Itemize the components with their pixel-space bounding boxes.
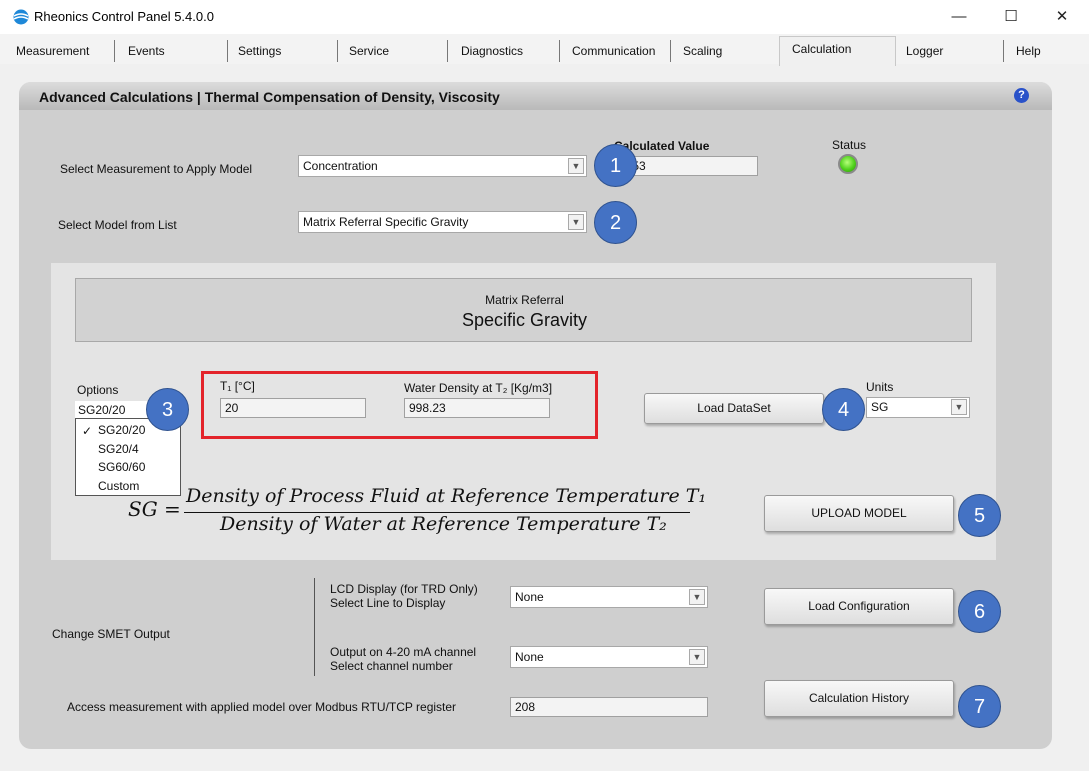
- tab-separator: [670, 40, 671, 62]
- callout-badge-1: 1: [594, 144, 637, 187]
- output-channel-sublabel: Select channel number: [330, 659, 453, 673]
- app-logo-icon: [13, 9, 29, 25]
- status-label: Status: [832, 138, 867, 152]
- lcd-line-label: Select Line to Display: [330, 596, 446, 610]
- minimize-button[interactable]: —: [936, 0, 982, 34]
- callout-badge-6: 6: [958, 590, 1001, 633]
- tab-measurement[interactable]: Measurement: [16, 41, 89, 63]
- output-channel-label: Output on 4-20 mA channel: [330, 645, 477, 659]
- lcd-display-label: LCD Display (for TRD Only): [330, 582, 478, 596]
- smet-divider: [314, 578, 315, 676]
- callout-badge-7: 7: [958, 685, 1001, 728]
- tab-separator: [227, 40, 228, 62]
- maximize-button[interactable]: ☐: [988, 0, 1034, 34]
- calculation-history-button[interactable]: Calculation History: [764, 680, 954, 717]
- measurement-label: Select Measurement to Apply Model: [60, 162, 253, 176]
- callout-badge-2: 2: [594, 201, 637, 244]
- sg-formula: SG = Density of Process Fluid at Referen…: [128, 485, 706, 540]
- model-header: Matrix Referral Specific Gravity: [75, 278, 972, 342]
- option-sg20-20[interactable]: SG20/20: [98, 423, 145, 437]
- load-dataset-button[interactable]: Load DataSet: [644, 393, 824, 424]
- measurement-value: Concentration: [303, 159, 378, 173]
- tab-calculation[interactable]: Calculation: [792, 39, 851, 61]
- status-indicator-icon: [838, 154, 858, 174]
- water-density-label: Water Density at T₂ [Kg/m3]: [404, 381, 553, 395]
- options-selected-value: SG20/20: [78, 403, 126, 417]
- model-label: Select Model from List: [58, 218, 177, 232]
- water-density-input[interactable]: 998.23: [404, 398, 550, 418]
- upload-model-button[interactable]: UPLOAD MODEL: [764, 495, 954, 532]
- callout-badge-3: 3: [146, 388, 189, 431]
- formula-numerator: Density of Process Fluid at Reference Te…: [186, 485, 707, 507]
- smet-output-label: Change SMET Output: [52, 627, 170, 641]
- model-header-title: Specific Gravity: [461, 310, 588, 330]
- tab-settings[interactable]: Settings: [238, 41, 281, 63]
- chevron-down-icon: ▼: [568, 158, 584, 174]
- tab-communication[interactable]: Communication: [572, 41, 655, 63]
- model-header-subtitle: Matrix Referral: [485, 293, 564, 307]
- units-value: SG: [871, 400, 889, 414]
- tab-separator: [114, 40, 115, 62]
- help-icon[interactable]: ?: [1014, 88, 1029, 103]
- tab-separator: [447, 40, 448, 62]
- model-value: Matrix Referral Specific Gravity: [303, 215, 469, 229]
- tab-scaling[interactable]: Scaling: [683, 41, 722, 63]
- modbus-label: Access measurement with applied model ov…: [67, 700, 457, 714]
- tab-separator: [337, 40, 338, 62]
- chevron-down-icon: ▼: [568, 214, 584, 230]
- units-select[interactable]: SG ▼: [866, 397, 970, 418]
- chevron-down-icon: ▼: [689, 589, 705, 605]
- lcd-line-select[interactable]: None ▼: [510, 586, 708, 608]
- t1-label: T₁ [°C]: [220, 379, 255, 393]
- modbus-register-field: 208: [510, 697, 708, 717]
- chevron-down-icon: ▼: [951, 399, 967, 415]
- tab-separator: [1003, 40, 1004, 62]
- tab-logger[interactable]: Logger: [906, 41, 943, 63]
- callout-badge-4: 4: [822, 388, 865, 431]
- tab-service[interactable]: Service: [349, 41, 389, 63]
- output-channel-select[interactable]: None ▼: [510, 646, 708, 668]
- checkmark-icon: ✓: [82, 424, 93, 438]
- tab-separator: [559, 40, 560, 62]
- callout-badge-5: 5: [958, 494, 1001, 537]
- measurement-select[interactable]: Concentration ▼: [298, 155, 587, 177]
- formula-lhs: SG =: [128, 497, 181, 521]
- tab-events[interactable]: Events: [128, 41, 165, 63]
- model-select[interactable]: Matrix Referral Specific Gravity ▼: [298, 211, 587, 233]
- option-sg20-4[interactable]: SG20/4: [98, 442, 139, 456]
- window-title: Rheonics Control Panel 5.4.0.0: [34, 9, 214, 24]
- output-channel-value: None: [515, 650, 544, 664]
- tab-diagnostics[interactable]: Diagnostics: [461, 41, 523, 63]
- t1-input[interactable]: 20: [220, 398, 366, 418]
- units-label: Units: [866, 380, 894, 394]
- close-button[interactable]: ✕: [1039, 0, 1085, 34]
- tab-help[interactable]: Help: [1016, 41, 1041, 63]
- load-configuration-button[interactable]: Load Configuration: [764, 588, 954, 625]
- panel-title: Advanced Calculations | Thermal Compensa…: [39, 89, 500, 105]
- chevron-down-icon: ▼: [689, 649, 705, 665]
- options-label: Options: [77, 383, 119, 397]
- lcd-line-value: None: [515, 590, 544, 604]
- formula-denominator: Density of Water at Reference Temperatur…: [220, 513, 667, 535]
- option-sg60-60[interactable]: SG60/60: [98, 460, 145, 474]
